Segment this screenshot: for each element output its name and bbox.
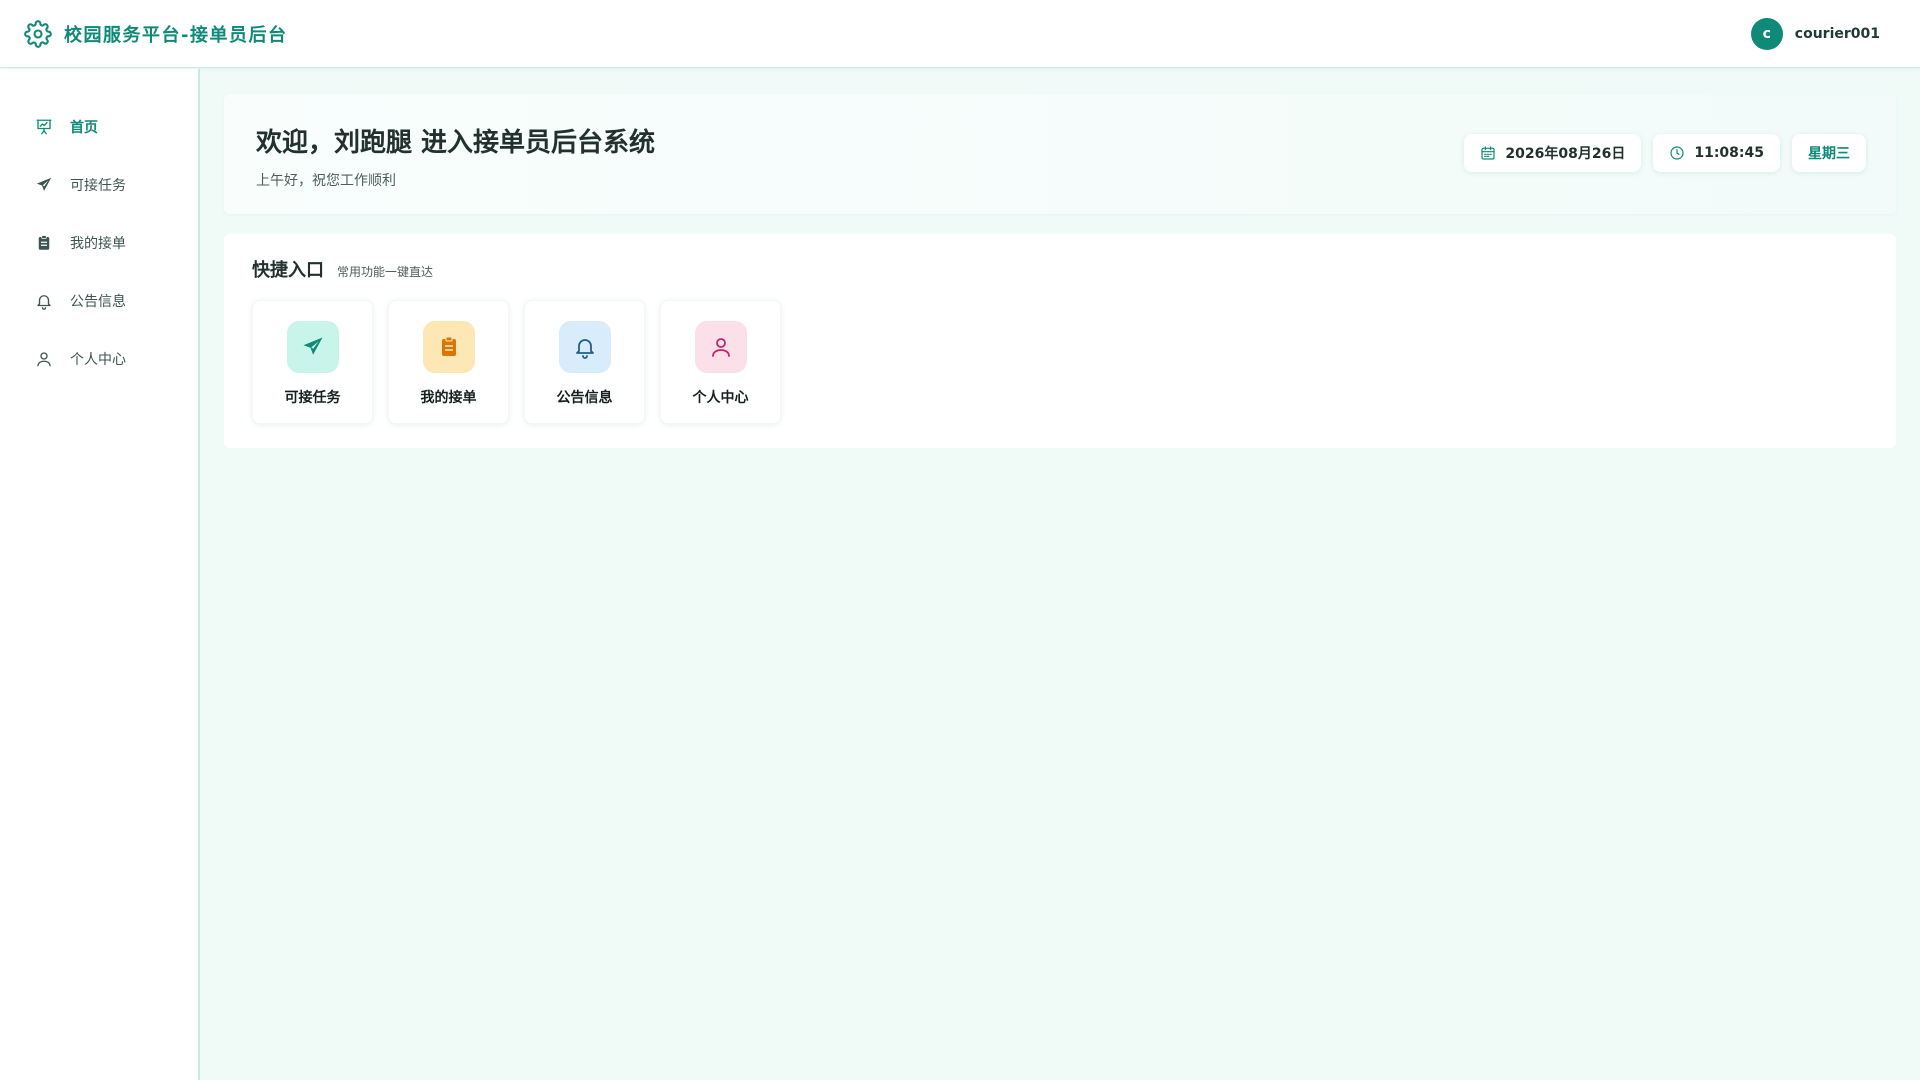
- sidebar-item-my-orders[interactable]: 我的接单: [0, 214, 198, 272]
- avatar[interactable]: c: [1750, 17, 1783, 50]
- sidebar-item-label: 可接任务: [70, 178, 126, 194]
- sidebar-item-label: 我的接单: [70, 236, 126, 252]
- top-bar: 校园服务平台-接单员后台 c courier001: [0, 0, 1920, 68]
- sidebar-item-label: 个人中心: [70, 352, 126, 368]
- quick-entry-panel: 快捷入口 常用功能一键直达 可接任务 我的接单 公告信息 个人中心: [224, 234, 1896, 448]
- username[interactable]: courier001: [1795, 26, 1880, 42]
- weekday-pill: 星期三: [1792, 134, 1866, 172]
- quick-card-profile[interactable]: 个人中心: [660, 300, 781, 424]
- sidebar-item-available-tasks[interactable]: 可接任务: [0, 156, 198, 214]
- sidebar-item-profile[interactable]: 个人中心: [0, 330, 198, 388]
- section-title: 快捷入口: [252, 260, 324, 281]
- clipboard-icon: [422, 321, 475, 373]
- app-title: 校园服务平台-接单员后台: [64, 24, 288, 46]
- date-pill: 2026年08月26日: [1464, 134, 1642, 172]
- calendar-icon: [1480, 145, 1496, 161]
- sidebar: 首页 可接任务 我的接单 公告信息 个人中心: [0, 69, 200, 1080]
- welcome-banner: 欢迎，刘跑腿 进入接单员后台系统 上午好，祝您工作顺利 2026年08月26日 …: [224, 94, 1896, 214]
- paper-plane-icon: [286, 321, 339, 373]
- quick-card-label: 公告信息: [556, 390, 613, 406]
- greeting-subtitle: 上午好，祝您工作顺利: [256, 173, 396, 189]
- clock-icon: [1669, 145, 1685, 161]
- user-icon: [694, 321, 747, 373]
- presentation-chart-icon: [35, 118, 53, 136]
- user-icon: [35, 350, 53, 368]
- quick-card-label: 可接任务: [284, 390, 341, 406]
- quick-entry-cards: 可接任务 我的接单 公告信息 个人中心: [252, 300, 1868, 424]
- paper-plane-icon: [35, 176, 53, 194]
- weekday-text: 星期三: [1808, 146, 1850, 162]
- section-subtitle: 常用功能一键直达: [337, 265, 434, 279]
- date-text: 2026年08月26日: [1505, 146, 1626, 162]
- bell-icon: [558, 321, 611, 373]
- quick-entry-header: 快捷入口 常用功能一键直达: [252, 256, 1868, 282]
- time-text: 11:08:45: [1694, 145, 1764, 161]
- user-menu[interactable]: c courier001: [1750, 17, 1892, 50]
- sidebar-item-home[interactable]: 首页: [0, 98, 198, 156]
- quick-card-label: 个人中心: [692, 390, 749, 406]
- sidebar-item-label: 首页: [70, 120, 98, 136]
- clipboard-icon: [35, 234, 53, 252]
- quick-card-available-tasks[interactable]: 可接任务: [252, 300, 373, 424]
- sidebar-item-announcements[interactable]: 公告信息: [0, 272, 198, 330]
- datetime-pills: 2026年08月26日 11:08:45 星期三: [1464, 134, 1866, 172]
- sidebar-item-label: 公告信息: [70, 294, 126, 310]
- quick-card-label: 我的接单: [420, 390, 477, 406]
- quick-card-my-orders[interactable]: 我的接单: [388, 300, 509, 424]
- brand: 校园服务平台-接单员后台: [24, 19, 288, 48]
- gear-icon: [24, 19, 52, 48]
- time-pill: 11:08:45: [1653, 134, 1780, 172]
- quick-card-announcements[interactable]: 公告信息: [524, 300, 645, 424]
- bell-icon: [35, 292, 53, 310]
